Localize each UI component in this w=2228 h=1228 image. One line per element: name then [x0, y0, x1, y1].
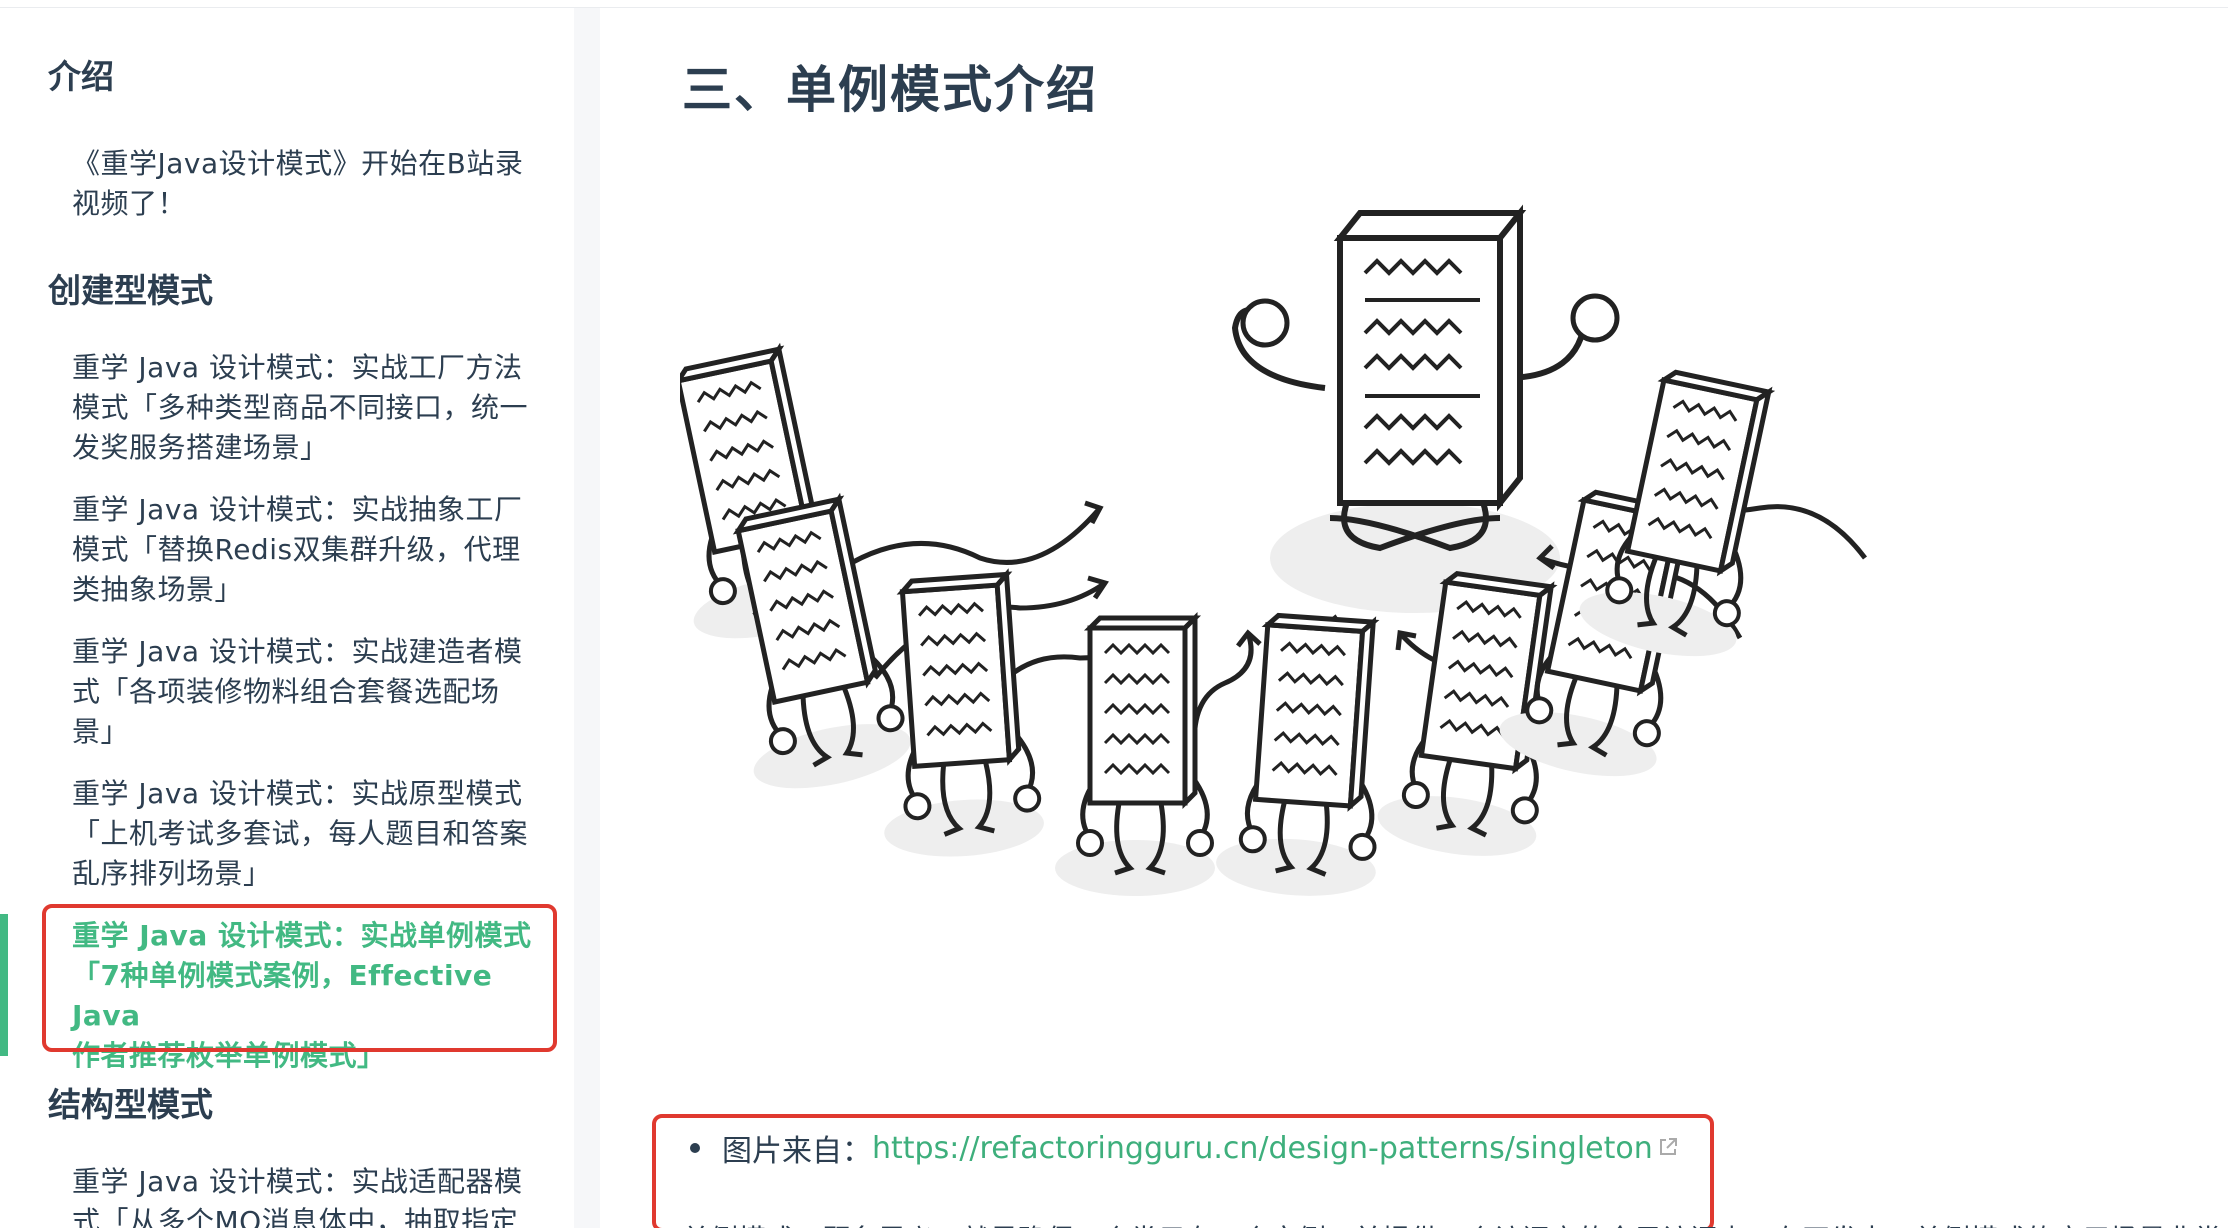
sidebar-item-line: 模式「多种类型商品不同接口，统一 — [72, 391, 529, 424]
paragraph-text-cutoff: 单例模式，顾名思义，就是确保一个类只有一个实例，并提供一个访问它的全局访问点。在… — [682, 1218, 2228, 1228]
sidebar-item-abstract-factory[interactable]: 重学 Java 设计模式：实战抽象工厂 模式「替换Redis双集群升级，代理 类… — [72, 490, 542, 610]
image-source-line: 图片来自： https://refactoringguru.cn/design-… — [690, 1126, 1679, 1170]
sidebar-item-line: 发奖服务搭建场景」 — [72, 431, 329, 464]
sidebar-item-line: 重学 Java 设计模式：实战抽象工厂 — [72, 493, 523, 526]
sidebar-item-line: 《重学Java设计模式》开始在B站录 — [72, 147, 524, 180]
sidebar-item-builder[interactable]: 重学 Java 设计模式：实战建造者模 式「各项装修物料组合套餐选配场 景」 — [72, 632, 542, 752]
sidebar-item-line: 式「从多个MQ消息体中，抽取指定 — [72, 1205, 519, 1228]
sidebar-item-line: 重学 Java 设计模式：实战原型模式 — [72, 777, 523, 810]
sidebar-item-line: 「上机考试多套试，每人题目和答案 — [72, 817, 529, 850]
sidebar-item-line: 类抽象场景」 — [72, 573, 244, 606]
sidebar: 介绍 《重学Java设计模式》开始在B站录 视频了！ 创建型模式 重学 Java… — [0, 8, 575, 1228]
sidebar-group-title-intro: 介绍 — [48, 57, 114, 96]
sidebar-item-line: 视频了！ — [72, 187, 187, 220]
sidebar-item-line: 式「各项装修物料组合套餐选配场 — [72, 675, 500, 708]
sidebar-item-line: 重学 Java 设计模式：实战工厂方法 — [72, 351, 523, 384]
source-link[interactable]: https://refactoringguru.cn/design-patter… — [872, 1131, 1653, 1166]
sidebar-item-line: 乱序排列场景」 — [72, 857, 272, 890]
singleton-illustration — [680, 204, 1867, 1078]
bullet-point — [690, 1143, 700, 1153]
sidebar-gutter — [574, 8, 600, 1228]
sidebar-item-line: 模式「替换Redis双集群升级，代理 — [72, 533, 521, 566]
page-title: 三、单例模式介绍 — [682, 61, 1098, 119]
source-label: 图片来自： — [722, 1134, 872, 1169]
sidebar-group-title-structural: 结构型模式 — [48, 1085, 213, 1124]
main-content: 三、单例模式介绍 图片来自： https://refactoringguru.c… — [600, 8, 2228, 1228]
sidebar-item-bilibili-video[interactable]: 《重学Java设计模式》开始在B站录 视频了！ — [72, 144, 542, 224]
active-item-indicator — [0, 914, 8, 1056]
sidebar-item-line: 景」 — [72, 715, 130, 748]
highlight-box-sidebar — [42, 904, 557, 1052]
sidebar-item-prototype[interactable]: 重学 Java 设计模式：实战原型模式 「上机考试多套试，每人题目和答案 乱序排… — [72, 774, 542, 894]
sidebar-group-title-creational: 创建型模式 — [48, 271, 213, 310]
sidebar-item-factory-method[interactable]: 重学 Java 设计模式：实战工厂方法 模式「多种类型商品不同接口，统一 发奖服… — [72, 348, 542, 468]
top-divider — [0, 0, 2228, 8]
sidebar-item-adapter[interactable]: 重学 Java 设计模式：实战适配器模 式「从多个MQ消息体中，抽取指定 — [72, 1162, 542, 1228]
sidebar-item-line: 重学 Java 设计模式：实战适配器模 — [72, 1165, 523, 1198]
sidebar-item-line: 重学 Java 设计模式：实战建造者模 — [72, 635, 523, 668]
external-link-icon — [1657, 1131, 1679, 1166]
